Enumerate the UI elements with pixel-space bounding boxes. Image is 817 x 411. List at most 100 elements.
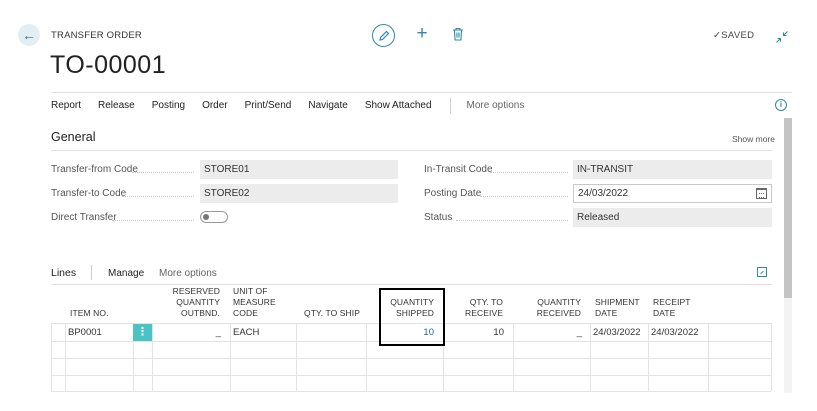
grid-line [51, 375, 771, 376]
header-line: UNIT OF [233, 286, 268, 296]
header-line: SHIPMENT [595, 297, 640, 307]
label-leader [112, 220, 194, 221]
grid-line [648, 323, 649, 391]
action-more-options[interactable]: More options [467, 100, 525, 114]
action-posting[interactable]: Posting [152, 100, 185, 114]
header-line: RECEIVED [536, 308, 581, 318]
grid-line [771, 323, 772, 391]
col-receipt-date[interactable]: RECEIPT DATE [653, 297, 691, 319]
row-actions-button[interactable]: ⋮ [133, 324, 152, 341]
action-order[interactable]: Order [202, 100, 228, 114]
delete-button[interactable] [452, 27, 466, 43]
header-line: DATE [653, 308, 676, 318]
col-item-no[interactable]: ITEM NO. [70, 308, 109, 319]
posting-date-field[interactable]: 24/03/2022 [573, 184, 772, 203]
direct-transfer-toggle[interactable] [200, 211, 228, 223]
action-print-send[interactable]: Print/Send [245, 100, 292, 114]
col-qty-to-ship[interactable]: QTY. TO SHIP [304, 308, 360, 319]
grid-line [152, 323, 153, 391]
new-button[interactable]: + [413, 23, 431, 45]
status-field: Released [573, 208, 772, 227]
collapse-icon [776, 31, 788, 43]
header-line: RESERVED [172, 286, 220, 296]
more-vertical-icon: ⋮ [137, 326, 148, 338]
lines-more-options[interactable]: More options [159, 268, 217, 279]
col-shipment-date[interactable]: SHIPMENT DATE [595, 297, 640, 319]
info-icon[interactable]: i [775, 99, 787, 111]
lines-divider [51, 284, 772, 285]
cell-qty-to-receive[interactable]: 10 [453, 327, 504, 338]
grid-line [513, 323, 514, 391]
status-label: Status [424, 212, 453, 223]
scrollbar-thumb[interactable] [784, 118, 792, 298]
cell-uom-code[interactable]: EACH [233, 327, 259, 338]
in-transit-label: In-Transit Code [424, 164, 493, 175]
collapse-button[interactable] [775, 30, 789, 44]
lines-manage-button[interactable]: Manage [108, 268, 144, 279]
cell-item-no[interactable]: BP0001 [68, 327, 102, 338]
transfer-from-label: Transfer-from Code [51, 164, 138, 175]
arrow-left-icon: ← [22, 27, 36, 43]
grid-line [65, 323, 66, 391]
lines-title[interactable]: Lines [51, 267, 76, 279]
action-report[interactable]: Report [51, 100, 81, 114]
back-button[interactable]: ← [18, 24, 40, 46]
header-line: OUTBND. [181, 308, 220, 318]
cell-reserved-qty[interactable]: _ [160, 327, 221, 338]
transfer-to-label: Transfer-to Code [51, 188, 127, 199]
header-line: DATE [595, 308, 618, 318]
posting-date-label: Posting Date [424, 188, 482, 199]
direct-transfer-label: Direct Transfer [51, 212, 117, 223]
general-divider [51, 150, 772, 151]
page-title: TO-00001 [50, 51, 167, 79]
action-show-attached[interactable]: Show Attached [365, 100, 432, 114]
pencil-icon [378, 30, 389, 41]
header-line: QUANTITY [176, 297, 220, 307]
show-more-link[interactable]: Show more [732, 134, 775, 144]
trash-icon [453, 27, 463, 41]
action-bar: Report Release Posting Order Print/Send … [51, 98, 541, 114]
label-leader [490, 172, 568, 173]
col-qty-received[interactable]: QUANTITY RECEIVED [520, 297, 581, 319]
cell-shipment-date[interactable]: 24/03/2022 [593, 327, 641, 338]
header-line: MEASURE [233, 297, 276, 307]
plus-icon: + [416, 23, 428, 44]
grid-line [51, 358, 771, 359]
col-uom-code[interactable]: UNIT OF MEASURE CODE [233, 286, 276, 319]
label-leader [456, 220, 568, 221]
general-section-title[interactable]: General [51, 130, 95, 144]
label-leader [132, 172, 194, 173]
action-navigate[interactable]: Navigate [308, 100, 347, 114]
edit-button[interactable] [372, 24, 395, 47]
lines-separator [91, 265, 92, 280]
header-line: RECEIVE [464, 308, 503, 318]
grid-line [296, 323, 297, 391]
expand-icon[interactable] [757, 267, 767, 277]
action-separator [449, 98, 451, 114]
cell-qty-received[interactable]: _ [520, 327, 582, 338]
calendar-icon[interactable] [756, 188, 767, 199]
header-line: RECEIPT [653, 297, 691, 307]
header-line: QTY. TO [469, 297, 503, 307]
page-caption: TRANSFER ORDER [51, 30, 142, 41]
grid-line [366, 323, 367, 391]
in-transit-field[interactable]: IN-TRANSIT [573, 160, 772, 179]
grid-line [51, 323, 52, 391]
grid-line [590, 323, 591, 391]
action-release[interactable]: Release [98, 100, 135, 114]
highlight-box [379, 288, 445, 346]
posting-date-value: 24/03/2022 [578, 188, 629, 199]
transfer-to-field[interactable]: STORE02 [200, 184, 398, 203]
transfer-from-field[interactable]: STORE01 [200, 160, 398, 179]
label-leader [480, 196, 568, 197]
col-reserved-qty[interactable]: RESERVED QUANTITY OUTBND. [160, 286, 220, 319]
saved-status: ✓SAVED [713, 30, 754, 41]
label-leader [122, 196, 194, 197]
col-qty-to-receive[interactable]: QTY. TO RECEIVE [453, 297, 503, 319]
header-line: QUANTITY [537, 297, 581, 307]
grid-line [230, 323, 231, 391]
header-divider [51, 92, 792, 93]
grid-line [51, 391, 771, 392]
header-line: CODE [233, 308, 258, 318]
cell-receipt-date[interactable]: 24/03/2022 [651, 327, 699, 338]
